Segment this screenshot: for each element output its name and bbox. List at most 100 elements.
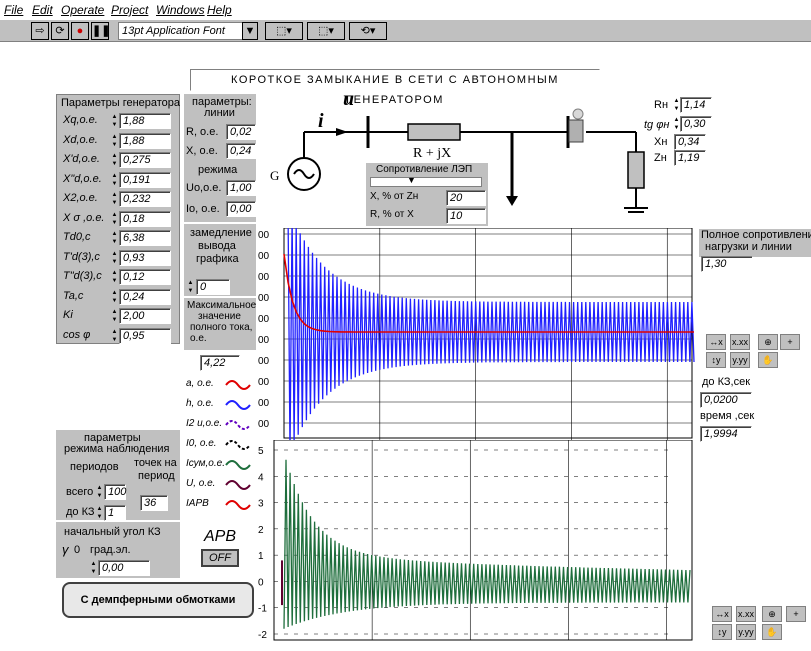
generator-param-value[interactable]: 2,00 — [119, 308, 171, 324]
generator-param-value[interactable]: 0,93 — [119, 249, 171, 266]
y-tick-label: 00 — [258, 356, 270, 367]
zoom-icon[interactable]: ⊕ — [758, 334, 778, 350]
distribute-icon[interactable]: ⬚▾ — [307, 22, 345, 40]
autoscale-y-icon[interactable]: ↕y — [706, 352, 726, 368]
generator-param-spinner[interactable]: ▲ ▼ — [111, 289, 118, 305]
zoom-icon[interactable]: ⊕ — [762, 606, 782, 622]
r-percent-value[interactable]: 10 — [446, 208, 486, 224]
slowdown-spinner[interactable]: ▲ ▼ — [187, 279, 194, 295]
generator-param-spinner[interactable]: ▲ ▼ — [111, 191, 118, 207]
line-x-value[interactable]: 0,24 — [226, 143, 256, 159]
before-kz-spinner[interactable]: ▲ ▼ — [96, 505, 103, 521]
legend-label: IАРВ — [186, 498, 209, 509]
generator-param-value[interactable]: 0,232 — [119, 191, 171, 207]
tg-label: tg φн — [644, 119, 670, 131]
abort-icon[interactable]: ● — [71, 22, 89, 40]
legend-swatch[interactable] — [224, 496, 254, 510]
menu-operate[interactable]: Operate — [61, 3, 104, 17]
menu-file[interactable]: File — [4, 3, 23, 17]
slowdown-value[interactable]: 0 — [196, 279, 230, 295]
generator-param-label: T"d(3),c — [63, 270, 102, 282]
generator-param-value[interactable]: 0,275 — [119, 152, 171, 168]
u0-value[interactable]: 1,00 — [226, 180, 256, 196]
run-icon[interactable]: ⇨ — [31, 22, 49, 40]
y-tick-label: -1 — [258, 604, 267, 615]
y-tick-label: 00 — [258, 335, 270, 346]
line-r-value[interactable]: 0,02 — [226, 124, 256, 140]
format-y-icon[interactable]: y.yy — [736, 624, 756, 640]
menu-windows[interactable]: Windows — [156, 3, 205, 17]
menu-project[interactable]: Project — [111, 3, 148, 17]
format-x-icon[interactable]: x.xx — [736, 606, 756, 622]
angle-value[interactable]: 0,00 — [98, 560, 150, 576]
generator-param-label: Xq,о.е. — [63, 114, 98, 126]
generator-param-value[interactable]: 0,18 — [119, 210, 171, 227]
pan-icon[interactable]: ✋ — [758, 352, 778, 368]
chevron-down-icon[interactable]: ▼ — [242, 22, 258, 40]
generator-param-spinner[interactable]: ▲ ▼ — [111, 211, 118, 227]
pause-icon[interactable]: ❚❚ — [91, 22, 110, 40]
x-percent-value[interactable]: 20 — [446, 190, 486, 206]
points-per-period-value[interactable]: 36 — [140, 495, 168, 511]
autoscale-y-icon[interactable]: ↕y — [712, 624, 732, 640]
generator-param-spinner[interactable]: ▲ ▼ — [111, 250, 118, 266]
generator-param-spinner[interactable]: ▲ ▼ — [111, 269, 118, 285]
line-resistance-slider[interactable]: ▼ — [370, 175, 482, 187]
generator-param-value[interactable]: 1,88 — [119, 132, 171, 149]
rn-spinner[interactable]: ▲ ▼ — [673, 97, 680, 113]
legend-swatch[interactable] — [224, 416, 254, 430]
menu-help[interactable]: Help — [207, 3, 232, 17]
generator-param-spinner[interactable]: ▲ ▼ — [111, 113, 118, 129]
legend-swatch[interactable] — [224, 476, 254, 490]
generator-param-label: T'd(3),c — [63, 250, 100, 263]
autoscale-x-icon[interactable]: ↔x — [706, 334, 726, 350]
generator-param-value[interactable]: 6,38 — [119, 230, 171, 246]
plot-area — [283, 228, 693, 439]
legend-swatch[interactable] — [224, 436, 254, 450]
legend-swatch[interactable] — [224, 376, 254, 390]
angle-spinner[interactable]: ▲ ▼ — [90, 560, 97, 576]
y-tick-label: 00 — [258, 419, 270, 430]
total-periods-value[interactable]: 100 — [104, 484, 126, 500]
cursor-icon[interactable]: + — [786, 606, 806, 622]
align-icon[interactable]: ⬚▾ — [265, 22, 303, 40]
generator-param-spinner[interactable]: ▲ ▼ — [111, 328, 118, 344]
generator-param-spinner[interactable]: ▲ ▼ — [111, 152, 118, 168]
slowdown-label-2: вывода — [198, 240, 236, 252]
generator-header: Параметры генератора — [61, 97, 181, 109]
format-x-icon[interactable]: x.xx — [730, 334, 750, 350]
menu-edit[interactable]: Edit — [32, 3, 53, 17]
tg-value[interactable]: 0,30 — [680, 116, 712, 132]
y-tick-label: 00 — [258, 314, 270, 325]
generator-param-spinner[interactable]: ▲ ▼ — [111, 172, 118, 188]
font-select[interactable]: 13pt Application Font — [118, 22, 258, 40]
generator-param-value[interactable]: 1,88 — [119, 113, 171, 129]
pan-icon[interactable]: ✋ — [762, 624, 782, 640]
legend-label: Iсум,о.е. — [186, 458, 225, 469]
slider-thumb[interactable]: ▼ — [407, 175, 416, 185]
rn-value[interactable]: 1,14 — [680, 97, 712, 113]
arv-toggle[interactable]: АРВ OFF — [197, 528, 243, 578]
arv-state[interactable]: OFF — [201, 549, 239, 567]
i0-value[interactable]: 0,00 — [226, 201, 256, 217]
generator-param-value[interactable]: 0,95 — [119, 327, 171, 344]
generator-param-spinner[interactable]: ▲ ▼ — [111, 230, 118, 246]
before-kz-value[interactable]: 1 — [104, 505, 126, 521]
reorder-icon[interactable]: ⟲▾ — [349, 22, 387, 40]
autoscale-x-icon[interactable]: ↔x — [712, 606, 732, 622]
generator-param-spinner[interactable]: ▲ ▼ — [111, 308, 118, 324]
generator-param-value[interactable]: 0,24 — [119, 288, 171, 305]
tg-spinner[interactable]: ▲ ▼ — [673, 116, 680, 132]
damper-windings-button[interactable]: С демпферными обмотками — [62, 582, 254, 618]
legend-swatch[interactable] — [224, 456, 254, 470]
generator-param-label: X"d,о.е. — [63, 172, 102, 185]
run-continuous-icon[interactable]: ⟳ — [51, 22, 69, 40]
legend-swatch[interactable] — [224, 396, 254, 410]
cursor-icon[interactable]: + — [780, 334, 800, 350]
format-y-icon[interactable]: y.yy — [730, 352, 750, 368]
total-periods-spinner[interactable]: ▲ ▼ — [96, 484, 103, 500]
generator-param-value[interactable]: 0,12 — [119, 269, 171, 285]
time-value: 1,9994 — [700, 426, 752, 442]
generator-param-value[interactable]: 0,191 — [119, 171, 171, 188]
generator-param-spinner[interactable]: ▲ ▼ — [111, 133, 118, 149]
